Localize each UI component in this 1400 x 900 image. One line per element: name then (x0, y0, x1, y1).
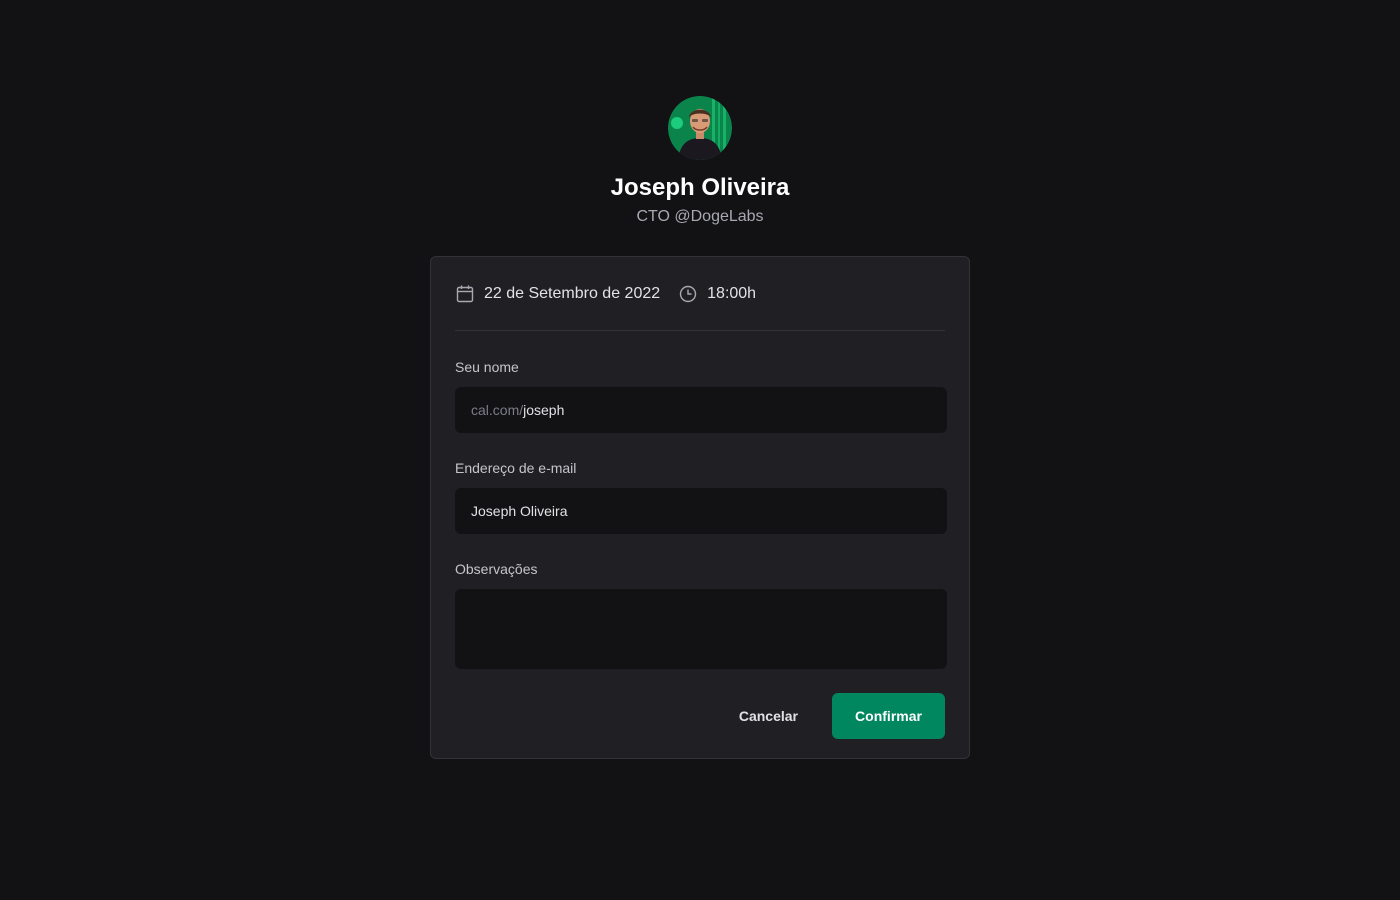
schedule-summary: 22 de Setembro de 2022 18:00h (455, 257, 945, 331)
schedule-time-text: 18:00h (707, 284, 757, 302)
email-input-value: Joseph Oliveira (471, 503, 568, 519)
cancel-button[interactable]: Cancelar (721, 693, 816, 739)
booking-card: 22 de Setembro de 2022 18:00h Seu nome c… (430, 256, 970, 759)
profile-header: Joseph Oliveira CTO @DogeLabs (0, 96, 1400, 227)
name-input-prefix: cal.com/ (471, 402, 524, 418)
notes-label: Observações (455, 561, 538, 577)
notes-textarea[interactable] (455, 589, 947, 669)
schedule-date-text: 22 de Setembro de 2022 (484, 284, 661, 302)
email-label: Endereço de e-mail (455, 460, 577, 476)
name-input-value: joseph (523, 402, 565, 418)
email-input[interactable]: Joseph Oliveira (455, 488, 947, 534)
confirm-button[interactable]: Confirmar (832, 693, 945, 739)
form-actions: Cancelar Confirmar (455, 693, 945, 739)
schedule-time: 18:00h (678, 284, 756, 304)
name-input[interactable]: cal.com/ joseph (455, 387, 947, 433)
profile-name: Joseph Oliveira (610, 174, 790, 201)
avatar (668, 96, 732, 160)
schedule-date: 22 de Setembro de 2022 (455, 284, 660, 304)
name-label: Seu nome (455, 359, 519, 375)
clock-icon (679, 285, 697, 302)
calendar-icon (456, 285, 474, 302)
profile-role: CTO @DogeLabs (636, 208, 764, 225)
